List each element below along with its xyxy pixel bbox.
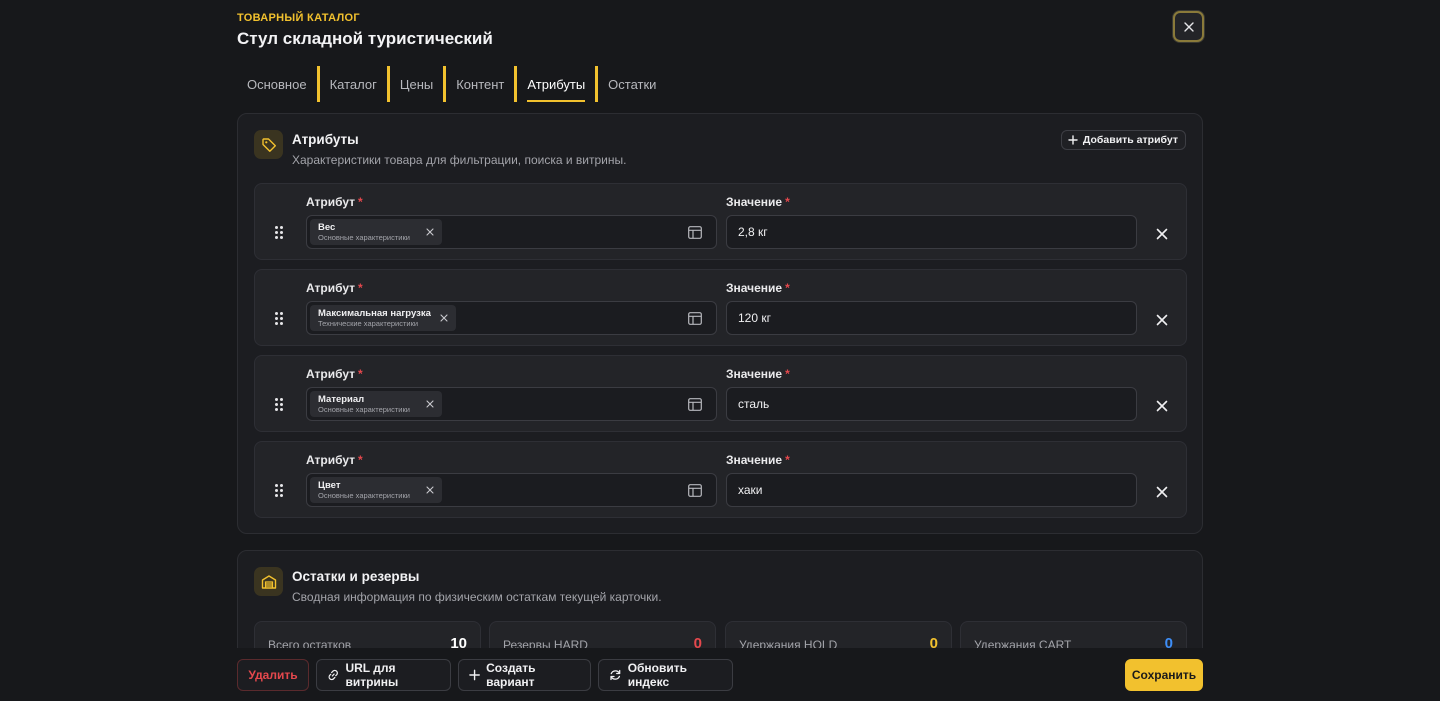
tab-prices[interactable]: Цены — [386, 66, 443, 102]
layout-icon[interactable] — [688, 398, 702, 411]
attribute-chip: Вес Основные характеристики — [310, 219, 442, 245]
tab-general[interactable]: Основное — [237, 66, 317, 102]
product-editor: ТОВАРНЫЙ КАТАЛОГ Стул складной туристиче… — [237, 0, 1204, 701]
value-field-label: Значение * — [726, 367, 790, 381]
attribute-row: Атрибут * Значение * Материал Основные хар… — [254, 355, 1187, 432]
attribute-field-label: Атрибут * — [306, 453, 363, 467]
value-field-label: Значение * — [726, 195, 790, 209]
attribute-select[interactable]: Вес Основные характеристики — [306, 215, 717, 249]
remove-row-icon[interactable] — [1156, 314, 1168, 326]
attribute-field-label: Атрибут * — [306, 367, 363, 381]
drag-handle-icon[interactable] — [275, 312, 285, 326]
tab-stock[interactable]: Остатки — [595, 66, 666, 102]
attributes-title: Атрибуты — [292, 132, 359, 147]
attribute-row: Атрибут * Значение * Вес Основные характер… — [254, 183, 1187, 260]
drag-handle-icon[interactable] — [275, 398, 285, 412]
attribute-select[interactable]: Цвет Основные характеристики — [306, 473, 717, 507]
attribute-category: Основные характеристики — [318, 491, 410, 500]
plus-icon — [469, 669, 480, 681]
refresh-index-label: Обновить индекс — [627, 661, 688, 689]
section-eyebrow: ТОВАРНЫЙ КАТАЛОГ — [237, 12, 360, 24]
stock-subtitle: Сводная информация по физическим остатка… — [292, 590, 662, 604]
attribute-name: Материал — [318, 394, 365, 405]
layout-icon[interactable] — [688, 484, 702, 497]
attribute-row: Атрибут * Значение * Максимальная нагрузка… — [254, 269, 1187, 346]
refresh-icon — [610, 669, 621, 681]
close-icon — [1183, 21, 1194, 32]
attribute-name: Вес — [318, 222, 336, 233]
tab-content[interactable]: Контент — [443, 66, 514, 102]
create-variant-label: Создать вариант — [486, 661, 536, 689]
storefront-url-button[interactable]: URL для витрины — [316, 659, 451, 691]
attribute-field-label: Атрибут * — [306, 281, 363, 295]
value-input[interactable]: 2,8 кг — [726, 215, 1137, 249]
attribute-name: Цвет — [318, 480, 341, 491]
drag-handle-icon[interactable] — [275, 226, 285, 240]
attribute-chip: Материал Основные характеристики — [310, 391, 442, 417]
add-attribute-label: Добавить атрибут — [1082, 134, 1178, 146]
attribute-name: Максимальная нагрузка — [318, 308, 431, 319]
stock-card-icon — [254, 567, 283, 596]
attribute-select[interactable]: Максимальная нагрузка Технические характ… — [306, 301, 717, 335]
tab-catalog[interactable]: Каталог — [316, 66, 387, 102]
delete-label: Удалить — [248, 668, 298, 682]
add-attribute-button[interactable]: Добавить атрибут — [1060, 130, 1186, 150]
link-icon — [328, 669, 338, 681]
storefront-url-label: URL для витрины — [345, 661, 399, 689]
tab-attributes[interactable]: Атрибуты — [514, 66, 595, 102]
attribute-category: Основные характеристики — [318, 405, 410, 414]
attribute-chip: Максимальная нагрузка Технические характ… — [310, 305, 456, 331]
tab-bar: Основное Каталог Цены Контент Атрибуты О… — [237, 66, 666, 102]
warehouse-icon — [261, 574, 276, 589]
save-button[interactable]: Сохранить — [1125, 659, 1203, 691]
value-field-label: Значение * — [726, 453, 790, 467]
create-variant-button[interactable]: Создать вариант — [458, 659, 591, 691]
remove-chip-icon[interactable] — [440, 314, 448, 322]
stock-title: Остатки и резервы — [292, 569, 420, 584]
tag-icon — [261, 137, 276, 152]
attribute-field-label: Атрибут * — [306, 195, 363, 209]
layout-icon[interactable] — [688, 312, 702, 325]
attribute-chip: Цвет Основные характеристики — [310, 477, 442, 503]
page-title: Стул складной туристический — [237, 29, 493, 48]
remove-row-icon[interactable] — [1156, 400, 1168, 412]
remove-chip-icon[interactable] — [426, 228, 434, 236]
drag-handle-icon[interactable] — [275, 484, 285, 498]
remove-row-icon[interactable] — [1156, 486, 1168, 498]
close-dialog-button[interactable] — [1173, 11, 1204, 42]
remove-row-icon[interactable] — [1156, 228, 1168, 240]
attributes-card: Атрибуты Характеристики товара для фильт… — [237, 113, 1203, 534]
plus-icon — [1068, 135, 1078, 145]
attribute-select[interactable]: Материал Основные характеристики — [306, 387, 717, 421]
remove-chip-icon[interactable] — [426, 486, 434, 494]
attribute-category: Технические характеристики — [318, 319, 419, 328]
value-input[interactable]: сталь — [726, 387, 1137, 421]
attribute-row: Атрибут * Значение * Цвет Основные характе… — [254, 441, 1187, 518]
value-input[interactable]: 120 кг — [726, 301, 1137, 335]
delete-button[interactable]: Удалить — [237, 659, 309, 691]
layout-icon[interactable] — [688, 226, 702, 239]
remove-chip-icon[interactable] — [426, 400, 434, 408]
save-label: Сохранить — [1131, 668, 1197, 682]
attributes-card-icon — [254, 130, 283, 159]
value-input[interactable]: хаки — [726, 473, 1137, 507]
refresh-index-button[interactable]: Обновить индекс — [598, 659, 733, 691]
attributes-subtitle: Характеристики товара для фильтрации, по… — [292, 153, 627, 167]
attribute-category: Основные характеристики — [318, 233, 410, 242]
value-field-label: Значение * — [726, 281, 790, 295]
